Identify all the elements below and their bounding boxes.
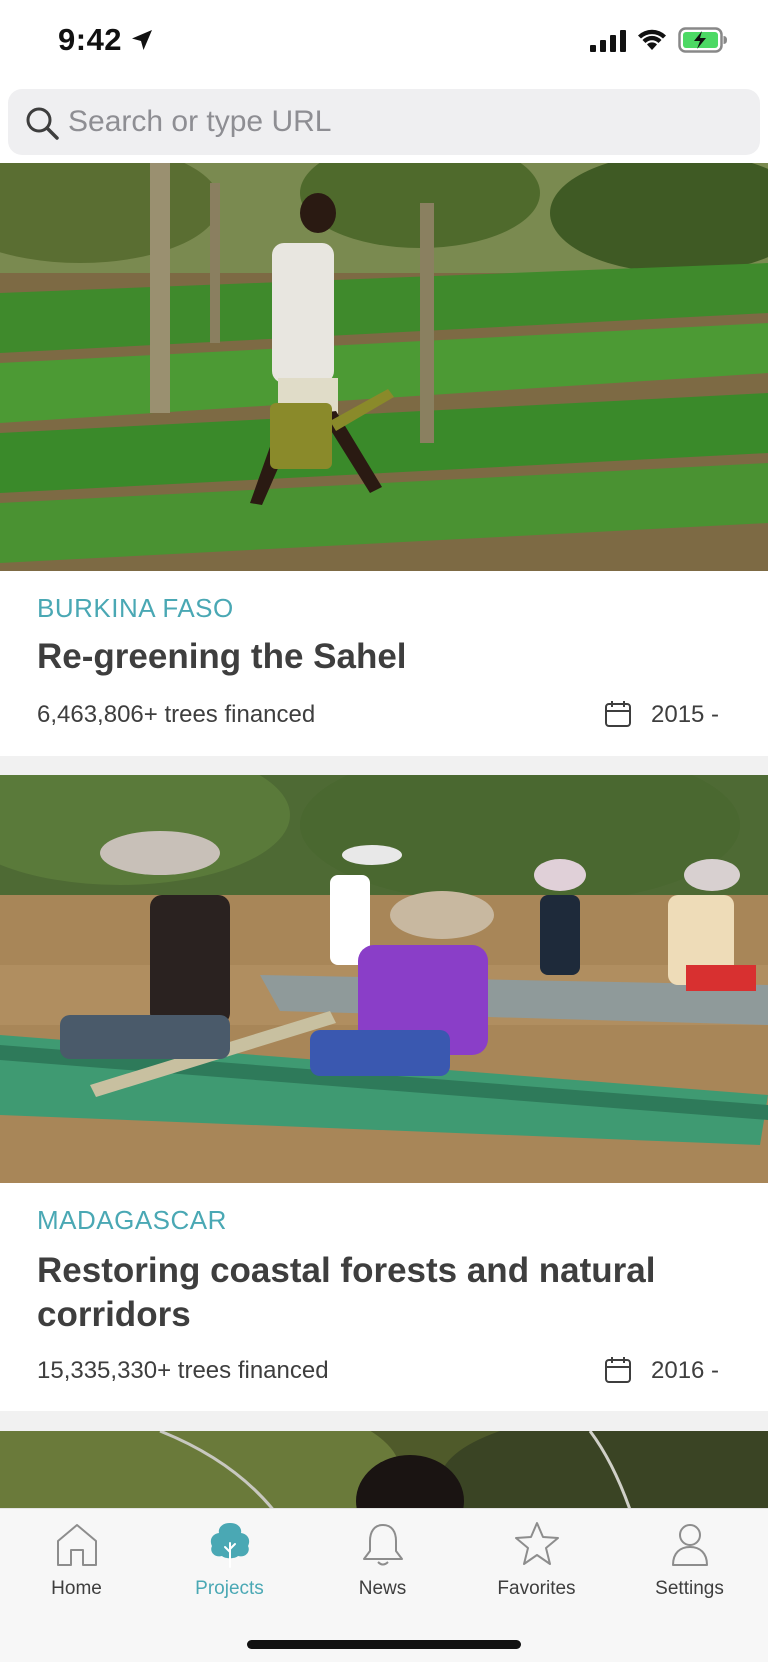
tab-bar: Home Projects News Favorites Settings (0, 1508, 768, 1662)
bell-icon (362, 1524, 403, 1566)
tab-favorites[interactable]: Favorites (460, 1509, 613, 1609)
tab-projects-label: Projects (195, 1578, 264, 1599)
project-trees-financed: 6,463,806+ trees financed (37, 701, 316, 728)
project-image (0, 775, 768, 1183)
search-icon (26, 107, 59, 140)
project-country: BURKINA FASO (37, 593, 234, 623)
tab-settings[interactable]: Settings (613, 1509, 766, 1609)
battery-charging-icon (678, 27, 727, 53)
calendar-icon (605, 1357, 631, 1383)
tab-news-label: News (358, 1578, 407, 1599)
projects-feed[interactable]: BURKINA FASO Re-greening the Sahel 6,463… (0, 163, 768, 1508)
tab-projects[interactable]: Projects (153, 1509, 306, 1609)
wifi-icon (638, 29, 666, 50)
house-icon (56, 1524, 97, 1566)
cellular-signal-icon (590, 30, 626, 52)
project-trees-financed: 15,335,330+ trees financed (37, 1357, 329, 1384)
project-title[interactable]: Restoring coastal forests and natural co… (37, 1249, 737, 1337)
status-bar: 9:42 (0, 0, 768, 84)
project-year: 2015 - (651, 701, 720, 728)
tree-icon (210, 1523, 249, 1568)
project-card[interactable]: BURKINA FASO Re-greening the Sahel 6,463… (0, 163, 768, 756)
status-time: 9:42 (58, 22, 123, 57)
project-image (0, 163, 768, 571)
tab-favorites-label: Favorites (497, 1578, 576, 1599)
project-image (0, 1431, 768, 1508)
tab-home[interactable]: Home (0, 1509, 153, 1609)
home-indicator[interactable] (247, 1640, 521, 1649)
project-year: 2016 - (651, 1357, 720, 1384)
project-card[interactable] (0, 1431, 768, 1508)
project-title[interactable]: Re-greening the Sahel (37, 635, 737, 679)
person-icon (671, 1524, 708, 1566)
tab-settings-label: Settings (655, 1578, 724, 1599)
project-country: MADAGASCAR (37, 1205, 227, 1235)
location-arrow-icon (132, 30, 152, 50)
search-input[interactable] (68, 89, 748, 155)
tab-news[interactable]: News (306, 1509, 459, 1609)
search-bar[interactable] (8, 89, 760, 155)
calendar-icon (605, 701, 631, 727)
project-card[interactable]: MADAGASCAR Restoring coastal forests and… (0, 775, 768, 1411)
tab-home-label: Home (51, 1578, 102, 1599)
star-icon (514, 1522, 559, 1565)
